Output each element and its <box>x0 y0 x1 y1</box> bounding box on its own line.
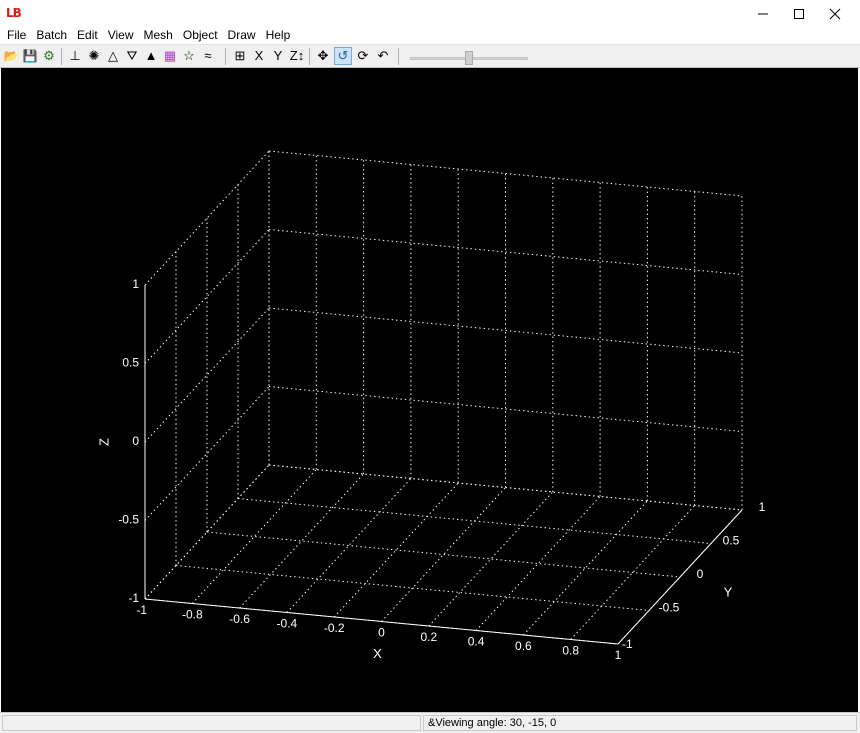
minimize-button[interactable] <box>746 0 780 27</box>
star-icon: ☆ <box>183 48 195 63</box>
plot-area[interactable]: -1 -0.8 -0.6 -0.4 -0.2 0 0.2 0.4 0.6 0.8 1 -1 -0.5 0 0… <box>1 68 858 712</box>
pan-move-button[interactable]: ✥ <box>314 47 332 65</box>
x-tick-label: -1 <box>136 603 147 617</box>
menu-file[interactable]: File <box>2 27 31 44</box>
plot-3d-axes[interactable]: -1 -0.8 -0.6 -0.4 -0.2 0 0.2 0.4 0.6 0.8 1-1-0.500… <box>1 68 858 712</box>
x-tick-label: 0.4 <box>468 635 485 649</box>
menu-bar: File Batch Edit View Mesh Object Draw He… <box>0 27 860 44</box>
x-tick-label: 0.6 <box>515 639 532 653</box>
toolbar-separator <box>61 48 62 65</box>
reset-view-icon: ↶ <box>377 48 389 63</box>
menu-view[interactable]: View <box>103 27 139 44</box>
mesh-dotted-button[interactable]: ⛛ <box>123 47 141 65</box>
menu-object[interactable]: Object <box>178 27 223 44</box>
open-folder-icon: 📂 <box>3 49 19 63</box>
toolbar-separator <box>398 48 399 65</box>
z-tick-label: -1 <box>128 591 139 605</box>
view-z-axis-button[interactable]: Z↕ <box>288 47 306 65</box>
contour-icon: ≈ <box>204 48 212 63</box>
view-y-axis-button[interactable]: Y <box>269 47 287 65</box>
menu-batch[interactable]: Batch <box>31 27 72 44</box>
batch-run-button[interactable]: ⚙ <box>40 47 58 65</box>
save-disk-button[interactable]: 💾 <box>21 47 39 65</box>
zoom-slider[interactable] <box>410 49 528 65</box>
status-pane-left <box>2 715 421 731</box>
x-tick-label: -0.4 <box>277 617 298 631</box>
grid-line-floor-x <box>523 500 648 636</box>
app-logo-text: LB <box>6 6 22 20</box>
status-bar: &Viewing angle: 30, -15, 0 <box>0 712 860 733</box>
light-icon: ✺ <box>88 48 100 63</box>
view-z-axis-icon: Z↕ <box>289 48 305 63</box>
open-folder-button[interactable]: 📂 <box>2 47 20 65</box>
toolbar-separator <box>225 48 226 65</box>
y-tick-label: -0.5 <box>659 601 680 615</box>
x-axis-label: X <box>373 646 382 661</box>
x-tick-label: -0.8 <box>182 608 203 622</box>
y-tick-label: -1 <box>622 637 633 651</box>
minimize-icon <box>758 13 768 14</box>
app-logo: LB <box>6 6 24 20</box>
x-tick-label: 0 <box>378 626 385 640</box>
save-disk-icon: 💾 <box>22 49 38 63</box>
y-tick-label: 0 <box>697 567 704 581</box>
axes-icon: ⊥ <box>69 48 81 63</box>
title-bar: LB <box>0 0 860 27</box>
colormap-button[interactable]: ▦ <box>161 47 179 65</box>
z-tick-label: 0.5 <box>122 356 139 370</box>
solid-cone-button[interactable]: ▲ <box>142 47 160 65</box>
toolbar-separator <box>309 48 310 65</box>
colormap-icon: ▦ <box>163 48 177 63</box>
close-icon <box>829 8 841 19</box>
pan-move-icon: ✥ <box>317 48 329 63</box>
close-button[interactable] <box>818 0 852 27</box>
menu-help[interactable]: Help <box>261 27 296 44</box>
grid-line-floor-y <box>206 531 681 578</box>
x-tick-label: 1 <box>615 648 622 662</box>
grid-line-floor-y <box>175 565 650 611</box>
star-button[interactable]: ☆ <box>180 47 198 65</box>
view-x-axis-icon: X <box>254 48 264 63</box>
grid-line-floor-x <box>381 487 506 622</box>
toolbar: 📂 💾 ⚙ ⊥ ✺ △ ⛛ ▲ ▦ ☆ ≈ ⊞ X Y Z↕ ✥ ↺ ⟳ ↶ <box>0 44 860 68</box>
zoom-slider-thumb[interactable] <box>465 51 473 65</box>
mesh-wireframe-icon: △ <box>108 48 118 63</box>
x-tick-label: -0.6 <box>229 612 250 626</box>
light-button[interactable]: ✺ <box>85 47 103 65</box>
status-viewing-angle: &Viewing angle: 30, -15, 0 <box>423 715 857 731</box>
y-tick-label: 0.5 <box>723 534 740 548</box>
rotate-button[interactable]: ↺ <box>334 47 352 65</box>
x-tick-label: 0.8 <box>562 644 579 658</box>
x-tick-label: 0.2 <box>420 630 437 644</box>
mesh-dotted-icon: ⛛ <box>126 48 138 63</box>
rotate-icon: ↺ <box>337 48 349 63</box>
maximize-button[interactable] <box>782 0 816 27</box>
maximize-icon <box>794 8 804 19</box>
axes-button[interactable]: ⊥ <box>66 47 84 65</box>
z-tick-label: 0 <box>132 434 139 448</box>
rotate-3d-icon: ⟳ <box>357 48 369 63</box>
y-axis-label: Y <box>724 584 733 599</box>
view-y-axis-icon: Y <box>273 48 283 63</box>
reset-view-button[interactable]: ↶ <box>374 47 392 65</box>
bounding-box-button[interactable]: ⊞ <box>231 47 249 65</box>
batch-run-icon: ⚙ <box>43 48 55 63</box>
contour-button[interactable]: ≈ <box>199 47 217 65</box>
y-axis-line <box>617 509 743 645</box>
menu-edit[interactable]: Edit <box>72 27 103 44</box>
solid-cone-icon: ▲ <box>144 48 158 63</box>
bounding-box-icon: ⊞ <box>234 48 246 63</box>
menu-mesh[interactable]: Mesh <box>139 27 178 44</box>
z-tick-label: 1 <box>132 277 139 291</box>
rotate-3d-button[interactable]: ⟳ <box>354 47 372 65</box>
x-tick-label: -0.2 <box>324 621 345 635</box>
grid-line-floor-x <box>428 491 554 627</box>
grid-line-floor-x <box>475 496 601 631</box>
menu-draw[interactable]: Draw <box>223 27 261 44</box>
z-axis-label: Z <box>96 438 111 446</box>
y-tick-label: 1 <box>759 500 766 514</box>
z-tick-label: -0.5 <box>118 513 139 527</box>
view-x-axis-button[interactable]: X <box>250 47 268 65</box>
mesh-wireframe-button[interactable]: △ <box>104 47 122 65</box>
